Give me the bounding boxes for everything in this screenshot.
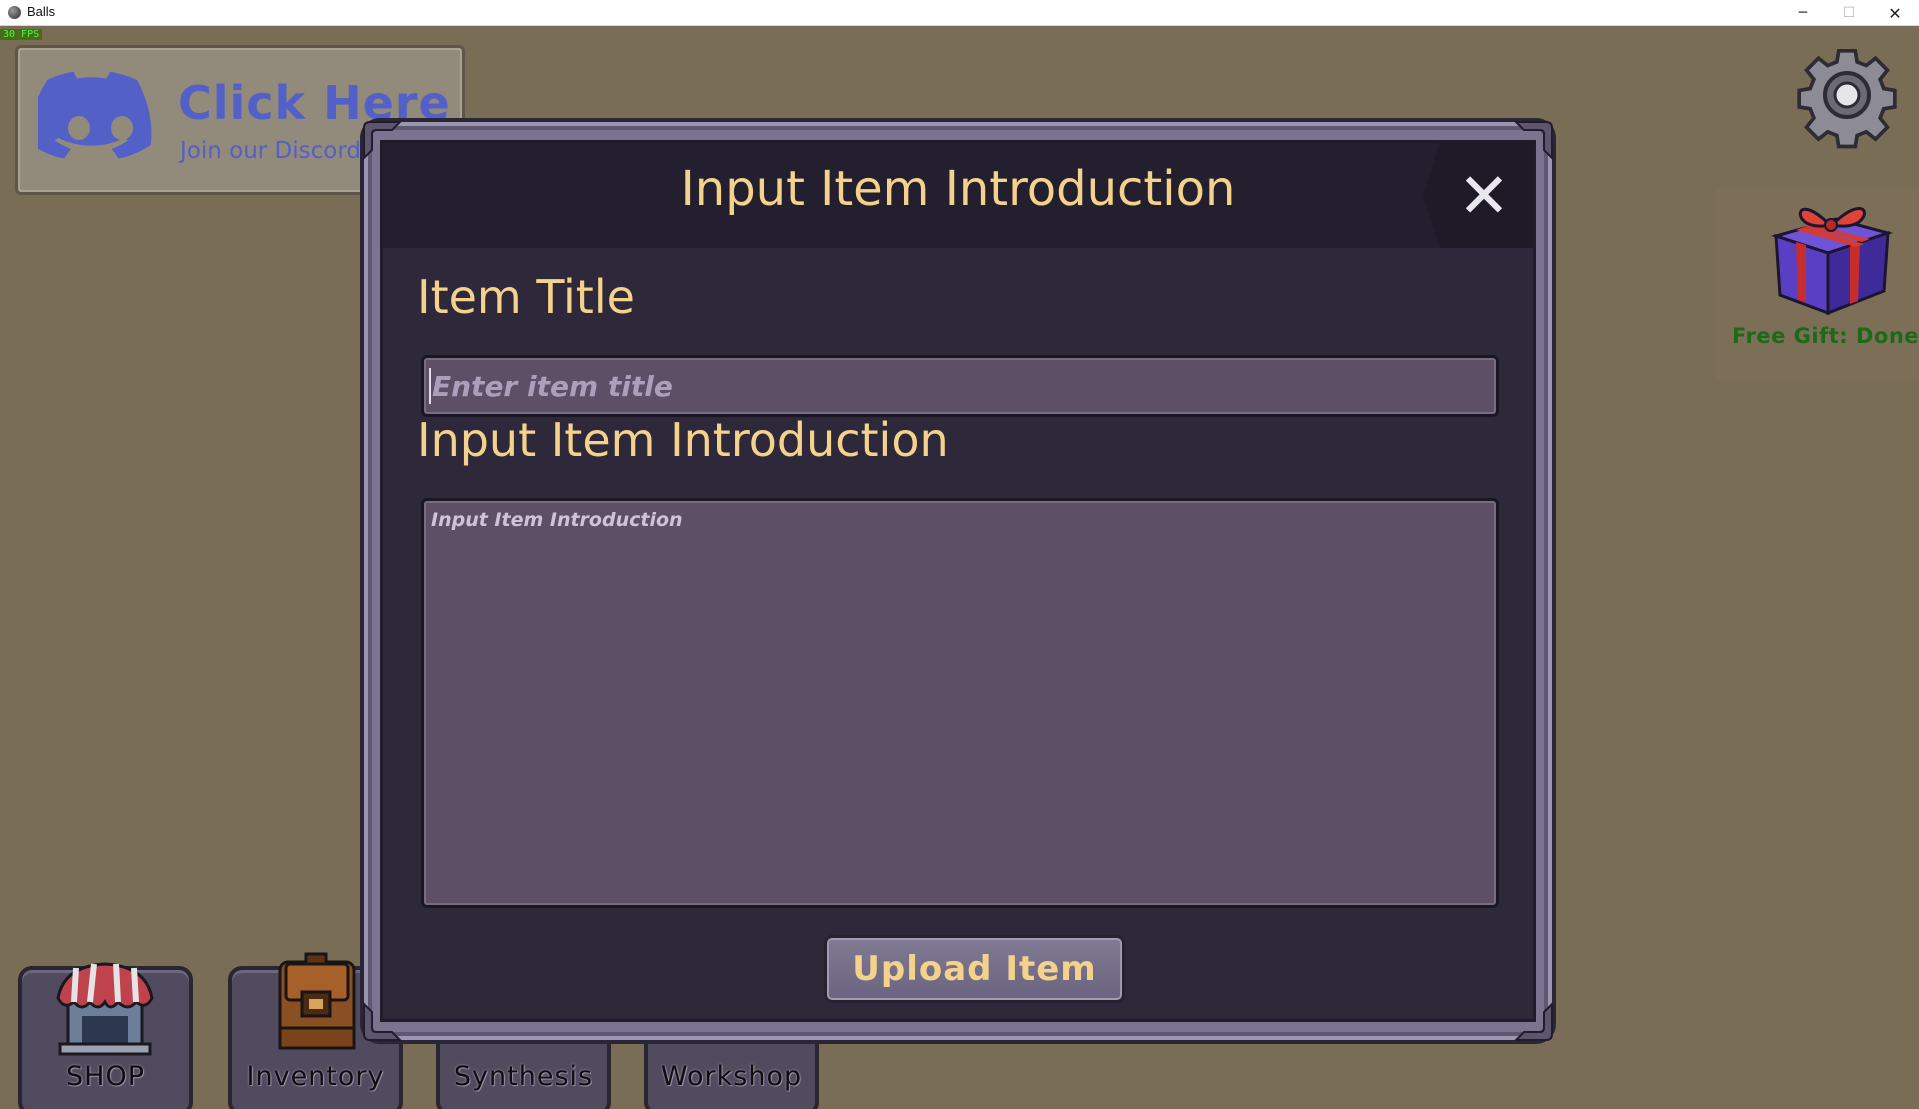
shop-button[interactable]: SHOP (18, 962, 193, 1109)
synthesis-label: Synthesis (453, 1061, 594, 1092)
text-caret (429, 368, 431, 404)
discord-subline: Join our Discord (180, 138, 362, 164)
item-title-label: Item Title (417, 270, 635, 324)
maximize-button[interactable]: ☐ (1826, 0, 1872, 26)
window-title: Balls (27, 4, 56, 19)
fps-counter: 30 FPS (0, 29, 43, 40)
window-titlebar: Balls ─ ☐ ✕ (0, 0, 1919, 26)
shop-icon (56, 962, 154, 1056)
window-close-button[interactable]: ✕ (1872, 0, 1918, 26)
item-introduction-label: Input Item Introduction (417, 413, 949, 467)
item-title-input[interactable] (421, 355, 1499, 417)
minimize-button[interactable]: ─ (1780, 0, 1826, 26)
inventory-label: Inventory (246, 1061, 385, 1092)
upload-item-button[interactable]: Upload Item (824, 935, 1125, 1003)
free-gift-label: Free Gift: Done (1732, 324, 1919, 348)
settings-button[interactable] (1794, 46, 1900, 152)
item-introduction-dialog: Input Item Introduction ✕ Item Title Inp… (380, 140, 1536, 1022)
app-icon (8, 6, 21, 19)
backpack-icon (278, 952, 356, 1050)
game-viewport: 30 FPS Click Here Join our Discord Free … (0, 26, 1919, 1109)
dialog-header: Input Item Introduction ✕ (383, 143, 1533, 248)
workshop-label: Workshop (660, 1061, 803, 1092)
gift-box-icon (1770, 207, 1894, 316)
free-gift-panel[interactable]: Free Gift: Done (1716, 189, 1919, 379)
gear-icon (1797, 48, 1897, 149)
dialog-title: Input Item Introduction (680, 161, 1236, 217)
shop-label: SHOP (66, 1061, 145, 1092)
item-introduction-textarea[interactable] (421, 498, 1499, 908)
discord-logo-icon (38, 72, 152, 159)
close-icon: ✕ (1458, 158, 1510, 232)
dialog-close-button[interactable]: ✕ (1423, 143, 1533, 248)
